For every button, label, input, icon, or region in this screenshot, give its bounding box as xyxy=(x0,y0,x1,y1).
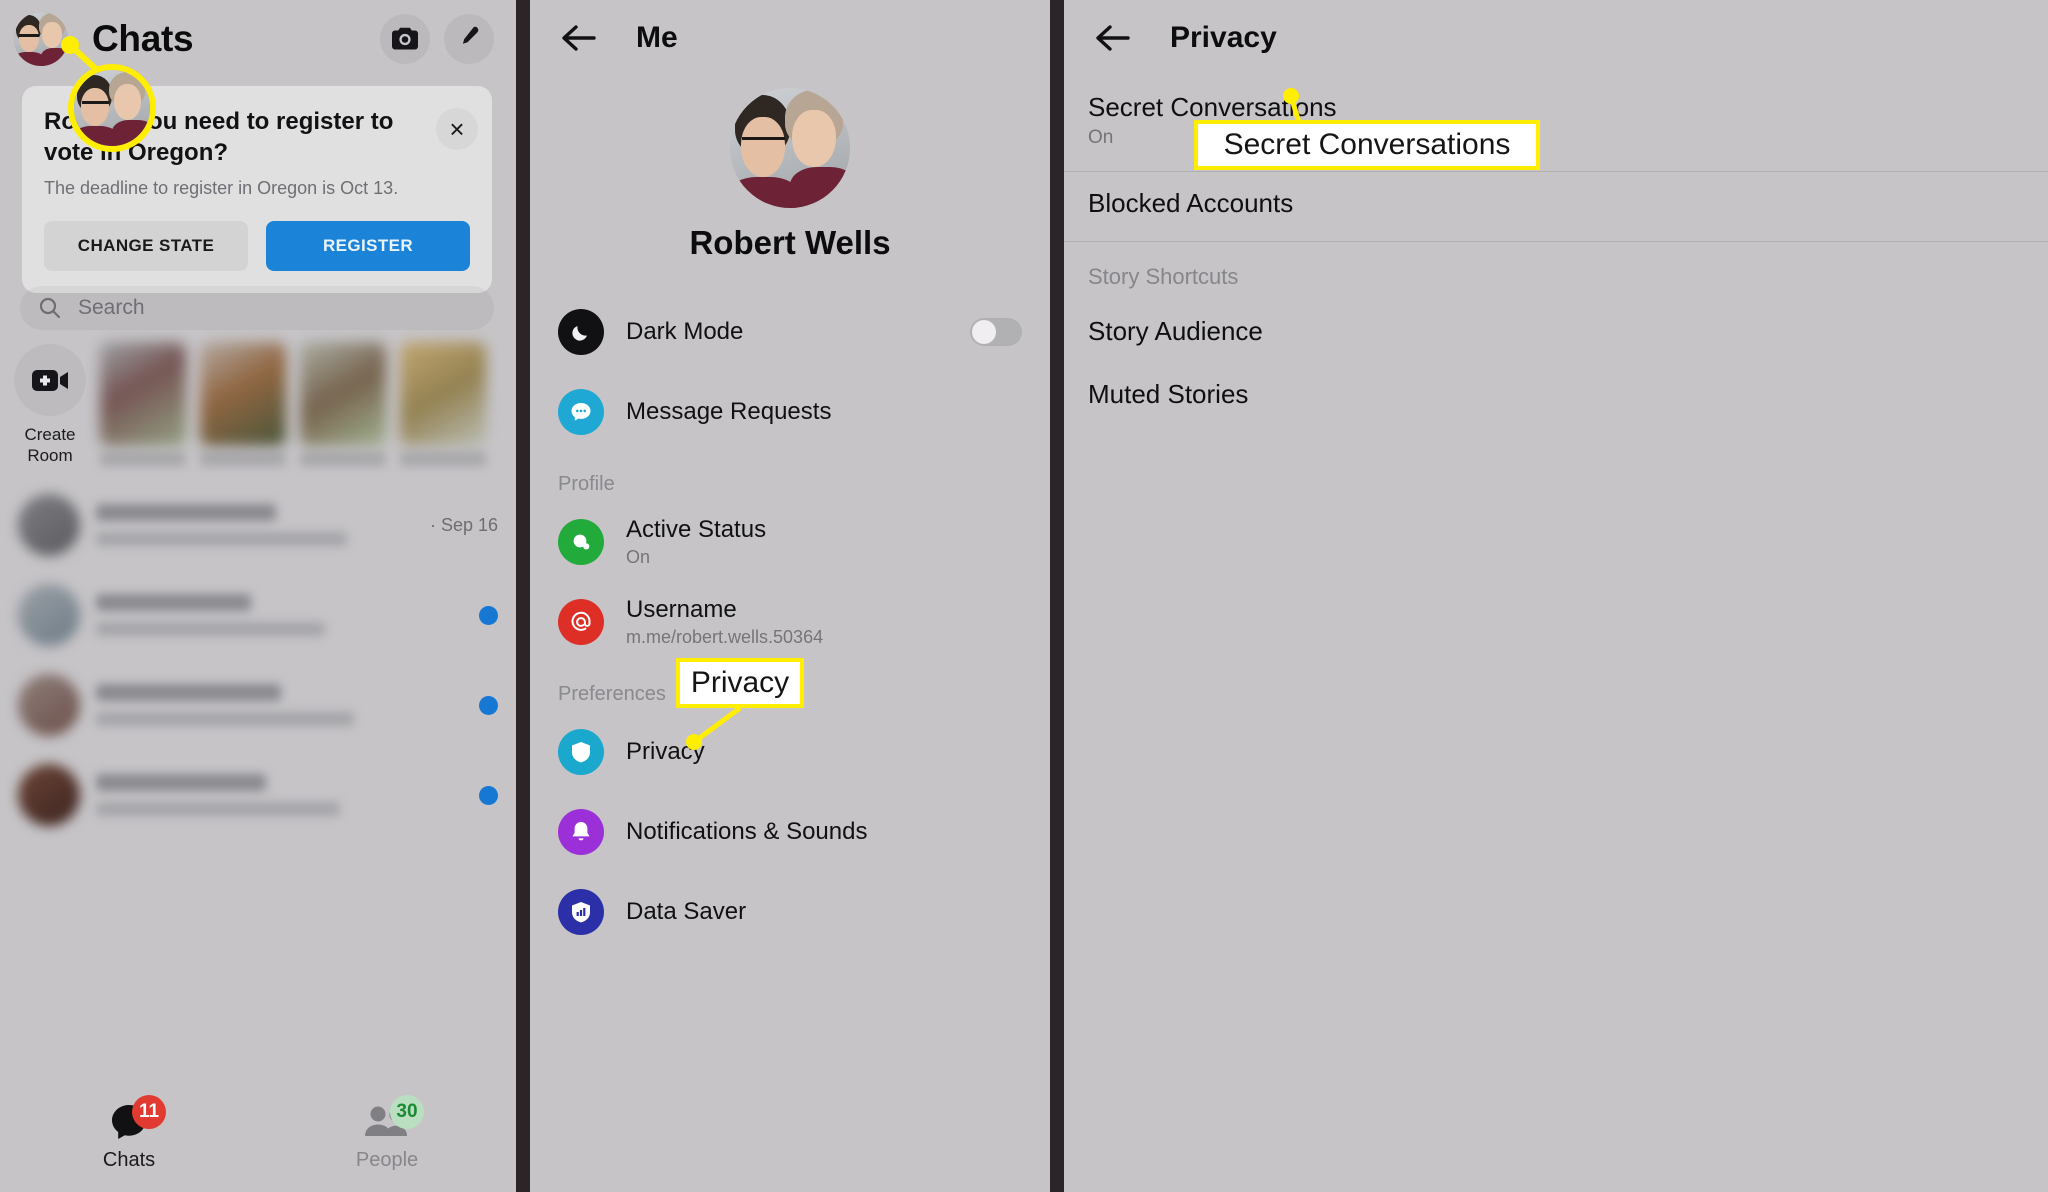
callout-leader-lines xyxy=(61,36,1303,750)
callout-privacy: Privacy xyxy=(676,658,804,708)
callout-secret-conversations: Secret Conversations xyxy=(1194,120,1540,170)
avatar-zoom-highlight xyxy=(68,64,156,152)
screenshot-root: Chats Robert, you need to register to vo… xyxy=(0,0,2048,1192)
